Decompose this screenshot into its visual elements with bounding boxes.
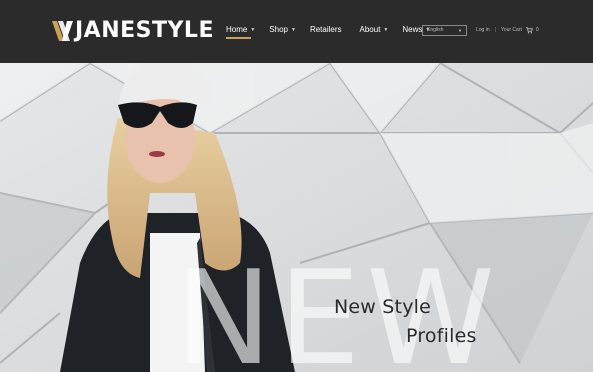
language-selected-value: English [427, 27, 444, 33]
brand-name: JANESTYLE [75, 18, 214, 43]
hero-headline-line2: Profiles [406, 325, 477, 347]
hero-banner: NEW New Style Profiles [0, 63, 593, 372]
cart-count: 0 [535, 27, 539, 33]
language-select[interactable]: English ▼ [422, 25, 467, 36]
account-separator: | [494, 27, 496, 33]
nav-item-label: Home [226, 25, 248, 34]
nav-item-label: Retailers [309, 25, 342, 34]
cart-icon[interactable] [525, 27, 533, 34]
nav-item-label: News [402, 25, 423, 34]
nav-item-retailers[interactable]: Retailers [310, 24, 342, 36]
brand-logo[interactable]: JANESTYLE [52, 18, 214, 44]
chevron-down-icon: ▼ [383, 27, 389, 33]
account-links: Log in | Your Cart 0 [476, 27, 539, 34]
chevron-down-icon: ▼ [290, 27, 296, 33]
chevron-down-icon: ▼ [250, 27, 256, 33]
cart-link[interactable]: Your Cart [501, 27, 522, 34]
nav-item-label: Shop [269, 25, 288, 34]
chevron-down-icon: ▼ [458, 28, 462, 33]
nav-item-home[interactable]: Home ▼ [226, 24, 256, 39]
site-header: JANESTYLE Home ▼ Shop ▼ Retailers About … [0, 0, 593, 63]
nav-item-about[interactable]: About ▼ [360, 24, 389, 36]
logo-mark-icon [52, 21, 73, 41]
login-link[interactable]: Log in [476, 27, 490, 34]
nav-item-shop[interactable]: Shop ▼ [269, 24, 296, 36]
nav-item-label: About [359, 25, 381, 34]
main-nav: Home ▼ Shop ▼ Retailers About ▼ News ▼ [226, 24, 444, 39]
hero-headline-line1: New Style [334, 296, 432, 318]
